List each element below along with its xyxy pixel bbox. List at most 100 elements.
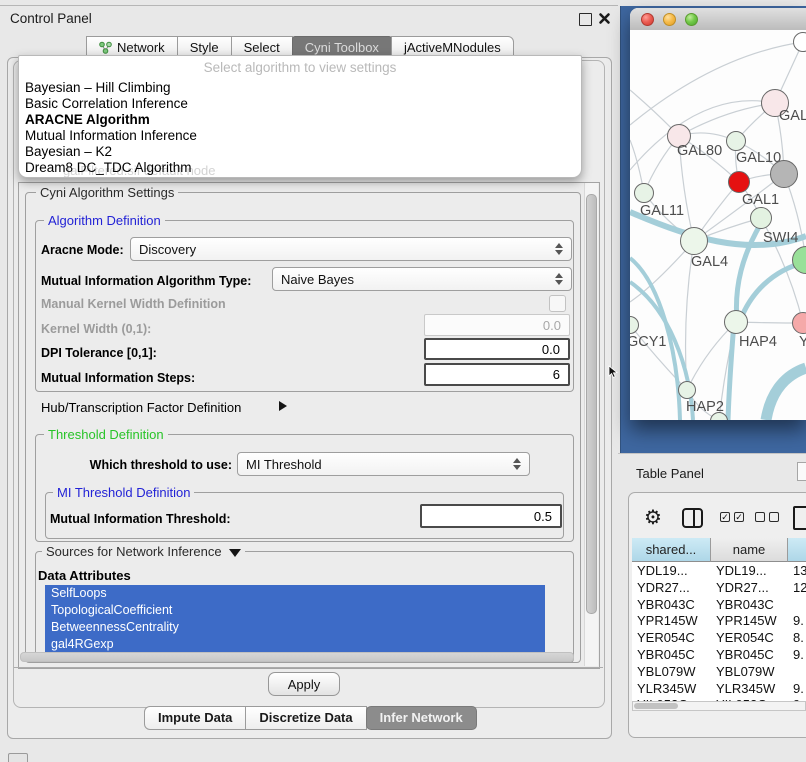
minimize-window-icon[interactable] bbox=[663, 13, 676, 26]
network-canvas[interactable]: GAL8GAL80GAL10GAL1GAL11SWI4GAL4GCY1HAP4Y… bbox=[630, 30, 806, 420]
table-scrollbar-thumb[interactable] bbox=[634, 703, 678, 709]
zoom-window-icon[interactable] bbox=[685, 13, 698, 26]
algorithm-option-basic-correlation-inference[interactable]: Basic Correlation Inference bbox=[23, 96, 577, 112]
close-icon[interactable] bbox=[598, 12, 611, 25]
column-header-name[interactable]: name bbox=[711, 538, 788, 562]
network-node[interactable] bbox=[710, 412, 728, 420]
table-row[interactable]: YBR043CYBR043C bbox=[632, 596, 806, 613]
network-node-gcy1[interactable] bbox=[630, 316, 639, 334]
close-window-icon[interactable] bbox=[641, 13, 654, 26]
network-node-gal4[interactable] bbox=[680, 227, 708, 255]
kernel-width-label: Kernel Width (0,1): bbox=[41, 322, 151, 336]
algorithm-option-dream8-dc-tdc-algorithm[interactable]: Dream8 DC_TDC Algorithm bbox=[23, 160, 577, 176]
table-cell: 8. bbox=[793, 630, 804, 645]
mi-steps-field[interactable]: 6 bbox=[424, 363, 570, 386]
horizontal-scrollbar[interactable] bbox=[20, 652, 574, 662]
algorithm-option-mutual-information-inference[interactable]: Mutual Information Inference bbox=[23, 128, 577, 144]
table-cell: YPR145W bbox=[637, 613, 698, 628]
network-node-label: GAL8 bbox=[779, 108, 806, 124]
algorithm-option-bayesian-hill-climbing[interactable]: Bayesian – Hill Climbing bbox=[23, 80, 577, 96]
data-operation-tabs: Impute DataDiscretize DataInfer Network bbox=[144, 706, 476, 728]
algorithm-option-bayesian-k2[interactable]: Bayesian – K2 bbox=[23, 144, 577, 160]
table-row[interactable]: YLR345WYLR345W9. bbox=[632, 680, 806, 697]
hub-definition-label: Hub/Transcription Factor Definition bbox=[41, 400, 241, 415]
column-header[interactable] bbox=[788, 538, 806, 562]
algorithm-definition-label: Algorithm Definition bbox=[44, 213, 165, 228]
table-panel-window-button[interactable] bbox=[797, 462, 806, 481]
table-row[interactable]: YDL19...YDL19...13 bbox=[632, 562, 806, 579]
select-all-checkboxes-icon[interactable]: ✓✓ bbox=[720, 512, 744, 522]
table-cell: YBR045C bbox=[637, 647, 695, 662]
table-cell: YLR345W bbox=[716, 681, 775, 696]
divider bbox=[14, 667, 603, 668]
table-row[interactable]: YBR045CYBR045C9. bbox=[632, 646, 806, 663]
table-row[interactable]: YPR145WYPR145W9. bbox=[632, 612, 806, 629]
table-row[interactable]: YDR27...YDR27...12 bbox=[632, 579, 806, 596]
gear-icon[interactable]: ⚙ bbox=[644, 505, 662, 530]
attribute-betweennesscentrality[interactable]: BetweennessCentrality bbox=[45, 619, 545, 636]
network-node[interactable] bbox=[793, 32, 806, 52]
attribute-topologicalcoefficient[interactable]: TopologicalCoefficient bbox=[45, 602, 545, 619]
network-node-gal1[interactable] bbox=[728, 171, 750, 193]
minimized-panel-button[interactable] bbox=[8, 753, 28, 762]
threshold-select[interactable]: MI Threshold bbox=[237, 452, 530, 476]
algorithm-option-aracne-algorithm[interactable]: ARACNE Algorithm bbox=[23, 112, 577, 128]
table-row[interactable]: YER054CYER054C8. bbox=[632, 629, 806, 646]
network-node-hap4[interactable] bbox=[724, 310, 748, 334]
mi-threshold-field[interactable]: 0.5 bbox=[420, 504, 562, 528]
kernel-width-field[interactable]: 0.0 bbox=[424, 314, 570, 336]
table-cell: YBR043C bbox=[637, 597, 695, 612]
float-window-icon[interactable] bbox=[579, 13, 592, 26]
deselect-all-checkboxes-icon[interactable] bbox=[755, 512, 779, 522]
table-cell: 12 bbox=[793, 580, 806, 595]
cyni-algorithm-settings-label: Cyni Algorithm Settings bbox=[36, 185, 178, 200]
collapse-arrow-icon[interactable] bbox=[229, 549, 241, 557]
table-cell: YER054C bbox=[637, 630, 695, 645]
dpi-tolerance-field[interactable]: 0.0 bbox=[424, 338, 570, 360]
vertical-scrollbar-thumb[interactable] bbox=[586, 194, 597, 614]
network-node-y[interactable] bbox=[792, 312, 806, 334]
table-horizontal-scrollbar[interactable] bbox=[632, 701, 806, 711]
manual-kernel-checkbox[interactable] bbox=[549, 295, 566, 312]
tab-label: Network bbox=[117, 40, 165, 55]
attribute-gal4rgexp[interactable]: gal4RGexp bbox=[45, 636, 545, 653]
table-cell: YLR345W bbox=[637, 681, 696, 696]
attribute-selfloops[interactable]: SelfLoops bbox=[45, 585, 545, 602]
network-node-label: GAL11 bbox=[640, 203, 684, 219]
network-node-swi4[interactable] bbox=[750, 207, 772, 229]
column-split-icon[interactable] bbox=[682, 508, 703, 528]
table-row[interactable]: YBL079WYBL079W bbox=[632, 663, 806, 680]
network-node-gal11[interactable] bbox=[634, 183, 654, 203]
manual-kernel-label: Manual Kernel Width Definition bbox=[41, 297, 226, 311]
aracne-mode-value: Discovery bbox=[139, 242, 196, 257]
network-node-gal10[interactable] bbox=[726, 131, 746, 151]
tab-discretize-data[interactable]: Discretize Data bbox=[245, 706, 366, 730]
tab-label: Select bbox=[244, 40, 280, 55]
network-node-hap2[interactable] bbox=[678, 381, 696, 399]
table-cell: YDR27... bbox=[716, 580, 769, 595]
network-node-label: GAL4 bbox=[691, 254, 728, 270]
tab-infer-network[interactable]: Infer Network bbox=[366, 706, 477, 730]
network-window-titlebar[interactable] bbox=[630, 8, 806, 31]
network-icon bbox=[99, 41, 112, 54]
expand-arrow-icon[interactable] bbox=[279, 401, 287, 411]
network-node[interactable] bbox=[792, 246, 806, 274]
aracne-mode-select[interactable]: Discovery bbox=[130, 237, 572, 261]
mi-type-value: Naive Bayes bbox=[281, 272, 354, 287]
mi-threshold-group-label: MI Threshold Definition bbox=[53, 485, 194, 500]
mi-type-label: Mutual Information Algorithm Type: bbox=[41, 274, 251, 288]
which-threshold-label: Which threshold to use: bbox=[80, 458, 232, 472]
node-table: shared...name YDL19...YDL19...13YDR27...… bbox=[632, 538, 806, 703]
network-window: GAL8GAL80GAL10GAL1GAL11SWI4GAL4GCY1HAP4Y… bbox=[630, 8, 806, 420]
mi-type-select[interactable]: Naive Bayes bbox=[272, 267, 572, 291]
tab-impute-data[interactable]: Impute Data bbox=[144, 706, 246, 730]
threshold-value: MI Threshold bbox=[246, 457, 322, 472]
document-icon[interactable] bbox=[793, 506, 806, 530]
network-node[interactable] bbox=[770, 160, 798, 188]
algorithm-dropdown-placeholder: Select algorithm to view settings bbox=[19, 60, 581, 75]
apply-button[interactable]: Apply bbox=[268, 672, 340, 696]
column-header-shared[interactable]: shared... bbox=[632, 538, 711, 562]
table-cell: 9. bbox=[793, 613, 804, 628]
chevron-updown-icon bbox=[555, 243, 563, 255]
table-cell: 9. bbox=[793, 647, 804, 662]
